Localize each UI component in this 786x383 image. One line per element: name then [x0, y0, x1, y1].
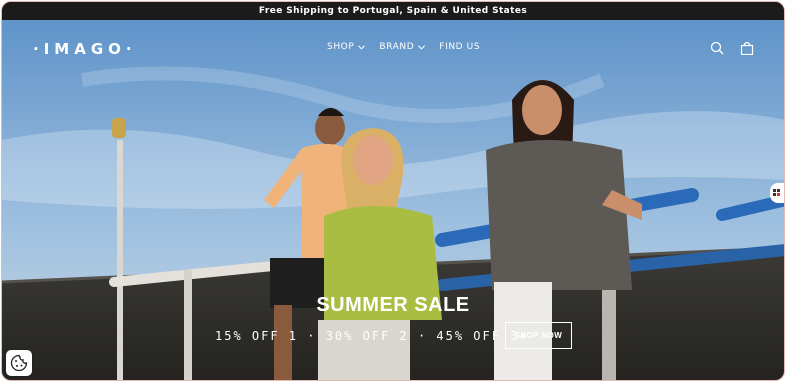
chevron-down-icon: [418, 44, 426, 50]
cookie-icon: [10, 354, 28, 372]
header-icons: [710, 41, 754, 55]
nav-item-label: BRAND: [379, 42, 415, 52]
nav-item-label: FIND US: [439, 42, 481, 52]
logo[interactable]: ·IMAGO·: [33, 40, 137, 58]
announcement-bar: Free Shipping to Portugal, Spain & Unite…: [2, 2, 784, 20]
nav-item-find-us[interactable]: FIND US: [439, 42, 480, 52]
page-frame: Free Shipping to Portugal, Spain & Unite…: [1, 1, 785, 381]
hero-title: SUMMER SALE: [316, 294, 470, 316]
search-icon[interactable]: [710, 41, 724, 55]
shop-now-button[interactable]: SHOP NOW: [505, 322, 572, 349]
hero-subtitle: 15% OFF 1 · 30% OFF 2 · 45% OFF 3+: [215, 329, 529, 343]
cart-icon[interactable]: [740, 41, 754, 55]
nav-item-brand[interactable]: BRAND: [379, 42, 426, 52]
nav-item-shop[interactable]: SHOP: [327, 42, 366, 52]
grid-icon: [773, 189, 780, 196]
nav-item-label: SHOP: [327, 42, 355, 52]
announcement-text: Free Shipping to Portugal, Spain & Unite…: [258, 6, 528, 16]
cookie-settings-button[interactable]: [6, 350, 32, 376]
site-header: ·IMAGO· SHOP BRAND FIND US: [2, 20, 784, 76]
chevron-down-icon: [358, 44, 366, 50]
side-widget[interactable]: [770, 183, 784, 203]
main-nav: SHOP BRAND FIND US: [327, 42, 480, 52]
